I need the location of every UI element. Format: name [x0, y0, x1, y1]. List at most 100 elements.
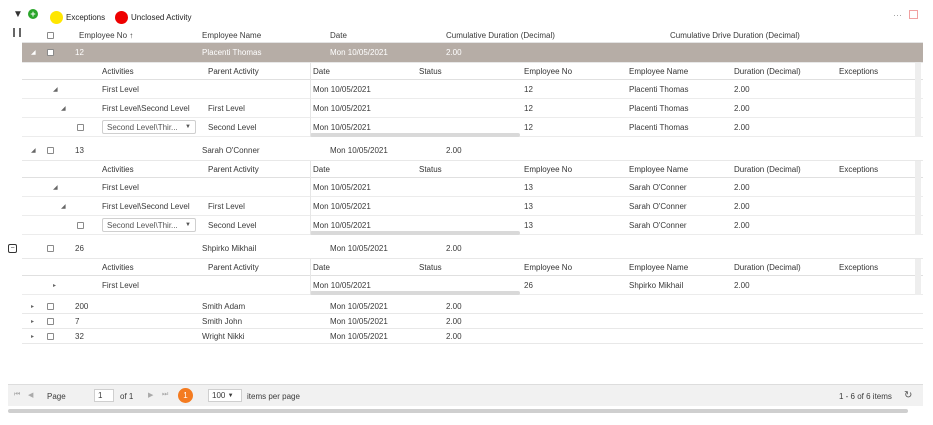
sort-asc-icon: ↑ [129, 30, 134, 40]
detail-col-header[interactable]: Exceptions [839, 259, 878, 275]
funnel-icon[interactable]: ▼ [13, 10, 23, 20]
detail-col-header[interactable]: Employee No [524, 63, 572, 79]
date-cell: Mon 10/05/2021 [313, 201, 371, 211]
row-checkbox[interactable] [47, 141, 54, 160]
row-checkbox[interactable] [47, 239, 54, 258]
next-page-icon[interactable]: ▶ [148, 391, 153, 399]
expand-row-icon[interactable]: ◢ [53, 80, 58, 98]
horizontal-scrollbar[interactable] [8, 409, 908, 413]
detail-row[interactable]: ◢ First Level Mon 10/05/2021 13 Sarah O'Conn… [22, 178, 923, 197]
employee-name-cell: Placenti Thomas [629, 84, 689, 94]
detail-col-header[interactable]: Parent Activity [208, 259, 259, 275]
detail-col-header[interactable]: Employee Name [629, 161, 688, 177]
detail-col-header[interactable]: Activities [102, 161, 134, 177]
refresh-icon[interactable]: ↻ [904, 390, 912, 401]
master-row[interactable]: ◢ 13 Sarah O'Conner Mon 10/05/2021 2.00 [22, 141, 923, 161]
detail-header: Activities Parent Activity Date Status Emplo… [22, 259, 923, 276]
detail-col-header[interactable]: Duration (Decimal) [734, 161, 801, 177]
detail-col-header[interactable]: Employee Name [629, 259, 688, 275]
detail-col-header[interactable]: Status [419, 259, 442, 275]
expand-row-icon[interactable]: ▸ [31, 329, 34, 343]
detail-scrollbar[interactable] [310, 291, 520, 295]
parent-activity-cell: Second Level [208, 220, 257, 230]
chevron-down-icon: ▼ [185, 124, 191, 130]
employee-name-cell: Sarah O'Conner [629, 201, 687, 211]
row-checkbox[interactable] [47, 329, 54, 343]
current-page-button[interactable]: 1 [178, 388, 193, 403]
detail-col-header[interactable]: Exceptions [839, 161, 878, 177]
column-chooser-icon[interactable] [13, 28, 21, 37]
collapse-row-icon[interactable]: ◢ [31, 141, 36, 160]
row-checkbox[interactable] [47, 299, 54, 313]
detail-row[interactable]: ◢ First Level Mon 10/05/2021 12 Placenti Tho… [22, 80, 923, 99]
master-row[interactable]: ▸ 7 Smith John Mon 10/05/2021 2.00 [22, 314, 923, 329]
row-checkbox[interactable] [47, 314, 54, 328]
expand-row-icon[interactable]: ◢ [61, 99, 66, 117]
first-page-icon[interactable]: ⏮ [14, 391, 20, 399]
detail-col-header[interactable]: Activities [102, 63, 134, 79]
duration-cell: 2.00 [446, 146, 462, 155]
page-input[interactable]: 1 [94, 389, 114, 402]
unclosed-legend-dot [115, 11, 128, 24]
detail-row[interactable]: ◢ First Level\Second Level First Level Mon … [22, 197, 923, 216]
employee-no-cell: 12 [524, 122, 533, 132]
export-icon[interactable] [909, 10, 918, 19]
expand-row-icon[interactable]: ▸ [31, 314, 34, 328]
employee-no-cell: 7 [75, 316, 80, 326]
detail-col-header[interactable]: Duration (Decimal) [734, 63, 801, 79]
expand-row-icon[interactable]: ◢ [61, 197, 66, 215]
detail-vscroll[interactable] [915, 63, 921, 137]
expand-row-icon[interactable]: ▸ [53, 276, 56, 294]
page-label: Page [47, 392, 66, 401]
detail-col-header[interactable]: Parent Activity [208, 161, 259, 177]
detail-col-header[interactable]: Employee Name [629, 63, 688, 79]
detail-col-header[interactable]: Duration (Decimal) [734, 259, 801, 275]
col-cumulative-duration[interactable]: Cumulative Duration (Decimal) [446, 28, 555, 42]
expand-row-icon[interactable]: ◢ [53, 178, 58, 196]
detail-col-header[interactable]: Employee No [524, 161, 572, 177]
master-row[interactable]: − 26 Shpirko Mikhail Mon 10/05/2021 2.00 [8, 239, 923, 259]
detail-row[interactable]: ◢ First Level\Second Level First Level Mon … [22, 99, 923, 118]
detail-col-header[interactable]: Status [419, 63, 442, 79]
detail-vscroll[interactable] [915, 259, 921, 295]
col-date[interactable]: Date [330, 28, 347, 42]
col-cumulative-drive-duration[interactable]: Cumulative Drive Duration (Decimal) [670, 28, 800, 42]
detail-col-header[interactable]: Date [313, 259, 330, 275]
col-employee-no[interactable]: Employee No ↑ [79, 28, 133, 42]
detail-scrollbar[interactable] [310, 133, 520, 137]
date-cell: Mon 10/05/2021 [330, 48, 388, 57]
detail-vscroll[interactable] [915, 161, 921, 235]
prev-page-icon[interactable]: ◀ [28, 391, 33, 399]
row-checkbox[interactable] [77, 118, 84, 136]
detail-col-header[interactable]: Parent Activity [208, 63, 259, 79]
row-checkbox[interactable] [47, 43, 54, 62]
master-row[interactable]: ▸ 32 Wright Nikki Mon 10/05/2021 2.00 [22, 329, 923, 344]
activity-cell: First Level\Second Level [102, 201, 190, 211]
select-all-checkbox[interactable] [47, 28, 54, 42]
detail-scrollbar[interactable] [310, 231, 520, 235]
employee-no-cell: 12 [75, 48, 84, 57]
master-row[interactable]: ▸ 200 Smith Adam Mon 10/05/2021 2.00 [22, 299, 923, 314]
detail-col-header[interactable]: Employee No [524, 259, 572, 275]
plus-circle-icon[interactable]: + [28, 9, 38, 19]
ellipsis-icon[interactable]: ··· [893, 10, 902, 20]
collapse-row-icon[interactable]: − [8, 239, 17, 258]
master-row[interactable]: ◢ 12 Placenti Thomas Mon 10/05/2021 2.00 [22, 43, 923, 63]
expand-row-icon[interactable]: ▸ [31, 299, 34, 313]
detail-col-header[interactable]: Exceptions [839, 63, 878, 79]
of-pages-label: of 1 [120, 392, 134, 401]
employee-name-cell: Placenti Thomas [629, 103, 689, 113]
activity-dropdown[interactable]: Second Level\Thir... ▼ [102, 218, 196, 232]
page-size-select[interactable]: 100 ▼ [208, 389, 242, 402]
col-employee-name[interactable]: Employee Name [202, 28, 261, 42]
detail-col-header[interactable]: Date [313, 161, 330, 177]
detail-col-header[interactable]: Date [313, 63, 330, 79]
detail-col-header[interactable]: Status [419, 161, 442, 177]
employee-name-cell: Sarah O'Conner [629, 182, 687, 192]
employee-no-cell: 13 [75, 146, 84, 155]
detail-col-header[interactable]: Activities [102, 259, 134, 275]
collapse-row-icon[interactable]: ◢ [31, 43, 36, 62]
row-checkbox[interactable] [77, 216, 84, 234]
activity-dropdown[interactable]: Second Level\Thir... ▼ [102, 120, 196, 134]
last-page-icon[interactable]: ⏭ [162, 391, 168, 399]
